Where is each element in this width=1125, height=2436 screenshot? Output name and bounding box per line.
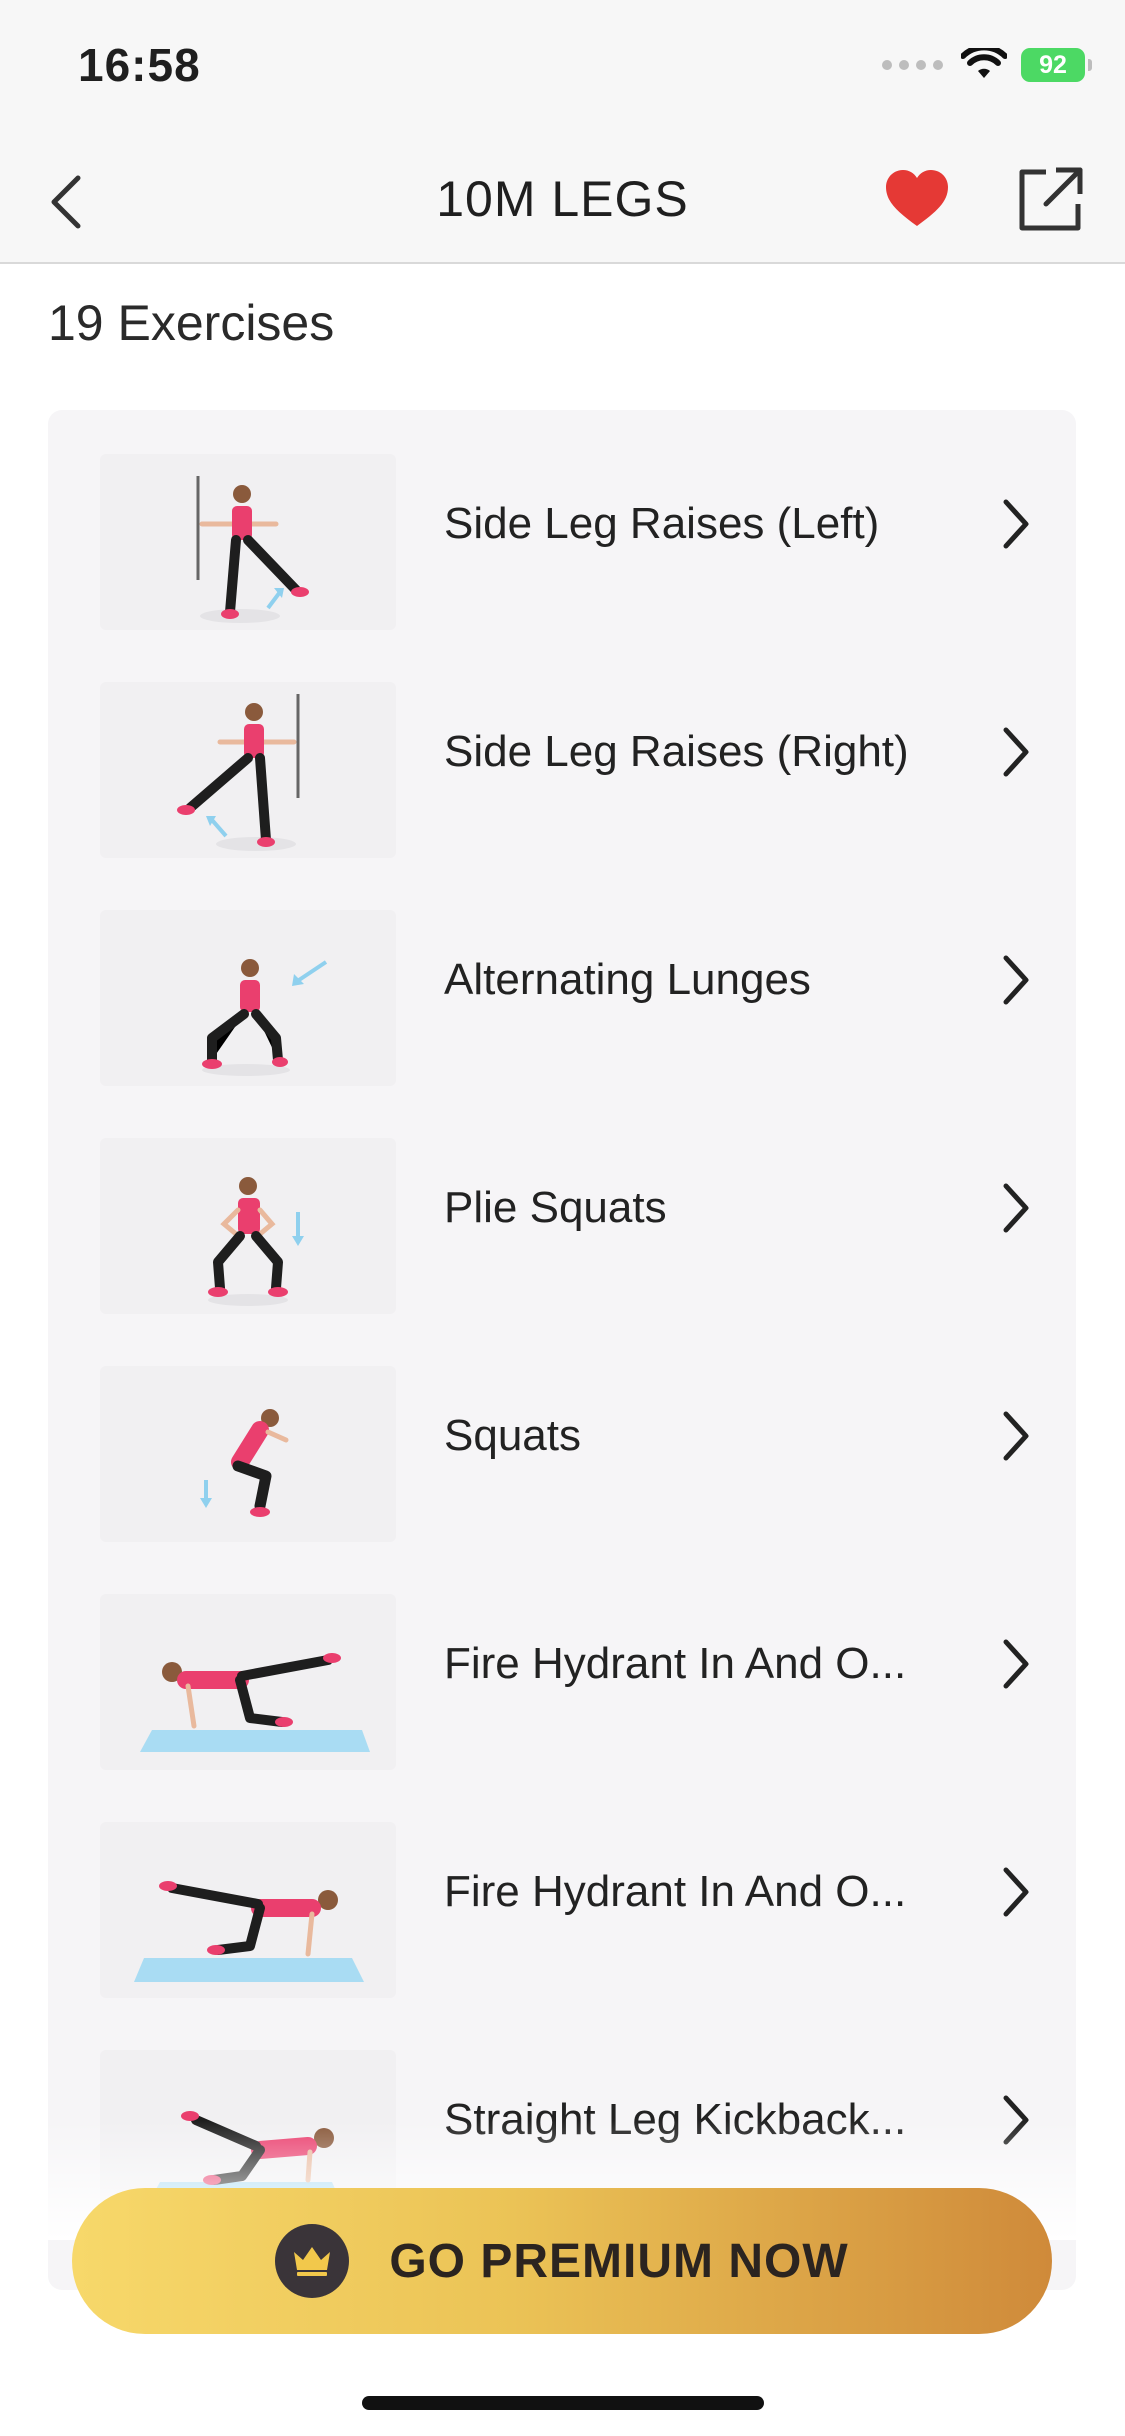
wifi-icon — [961, 48, 1007, 78]
signal-icon — [882, 60, 943, 70]
exercise-name: Fire Hydrant In And O... — [444, 1639, 907, 1688]
chevron-right-icon — [1003, 499, 1029, 549]
exercise-thumbnail — [100, 1822, 396, 1998]
list-item[interactable]: Plie Squats — [48, 1094, 1076, 1322]
list-item[interactable]: Squats — [48, 1322, 1076, 1550]
chevron-right-icon — [1003, 1411, 1029, 1461]
battery-icon: 92 — [1021, 48, 1092, 82]
heart-icon — [886, 170, 948, 226]
page-title: 10M LEGS — [436, 171, 689, 227]
share-button[interactable] — [1016, 164, 1086, 234]
exercise-name: Alternating Lunges — [444, 955, 811, 1004]
share-external-icon — [1019, 167, 1083, 231]
plie-squat-figure-icon — [208, 1177, 304, 1306]
exercise-name: Squats — [444, 1411, 581, 1460]
fire-hydrant-figure-icon — [134, 1881, 364, 1982]
side-leg-raise-figure-icon — [196, 476, 309, 623]
exercise-thumbnail — [100, 1594, 396, 1770]
home-indicator[interactable] — [362, 2396, 764, 2410]
exercise-name: Fire Hydrant In And O... — [444, 1867, 907, 1916]
exercise-thumbnail — [100, 682, 396, 858]
exercise-thumbnail — [100, 1138, 396, 1314]
fire-hydrant-figure-icon — [140, 1653, 370, 1752]
exercise-thumbnail — [100, 454, 396, 630]
exercise-count: 19 Exercises — [48, 295, 335, 351]
chevron-right-icon — [1003, 1867, 1029, 1917]
status-bar: 16:58 92 — [0, 0, 1125, 140]
status-icons: 92 — [882, 48, 1092, 82]
exercise-thumbnail — [100, 910, 396, 1086]
favorite-button[interactable] — [884, 168, 950, 230]
list-item[interactable]: Fire Hydrant In And O... — [48, 1550, 1076, 1778]
chevron-right-icon — [1003, 727, 1029, 777]
squat-figure-icon — [200, 1409, 289, 1517]
chevron-right-icon — [1003, 1639, 1029, 1689]
status-time: 16:58 — [78, 39, 201, 91]
list-item[interactable]: Fire Hydrant In And O... — [48, 1778, 1076, 2006]
chevron-right-icon — [1003, 955, 1029, 1005]
exercise-name: Side Leg Raises (Right) — [444, 727, 909, 776]
exercise-list: Side Leg Raises (Left) Side Leg Raises (… — [48, 410, 1076, 2290]
exercise-name: Side Leg Raises (Left) — [444, 499, 880, 548]
list-item[interactable]: Alternating Lunges — [48, 866, 1076, 1094]
premium-label: GO PREMIUM NOW — [389, 2234, 849, 2288]
list-item[interactable]: Side Leg Raises (Right) — [48, 638, 1076, 866]
list-item[interactable]: Side Leg Raises (Left) — [48, 410, 1076, 638]
exercise-name: Plie Squats — [444, 1183, 667, 1232]
crown-icon — [275, 2224, 350, 2298]
side-leg-raise-figure-icon — [177, 694, 300, 851]
exercise-thumbnail — [100, 1366, 396, 1542]
nav-bar: 10M LEGS — [0, 140, 1125, 264]
lunge-figure-icon — [202, 959, 328, 1076]
go-premium-button[interactable]: GO PREMIUM NOW — [72, 2188, 1052, 2334]
chevron-right-icon — [1003, 1183, 1029, 1233]
battery-level: 92 — [1039, 50, 1067, 79]
